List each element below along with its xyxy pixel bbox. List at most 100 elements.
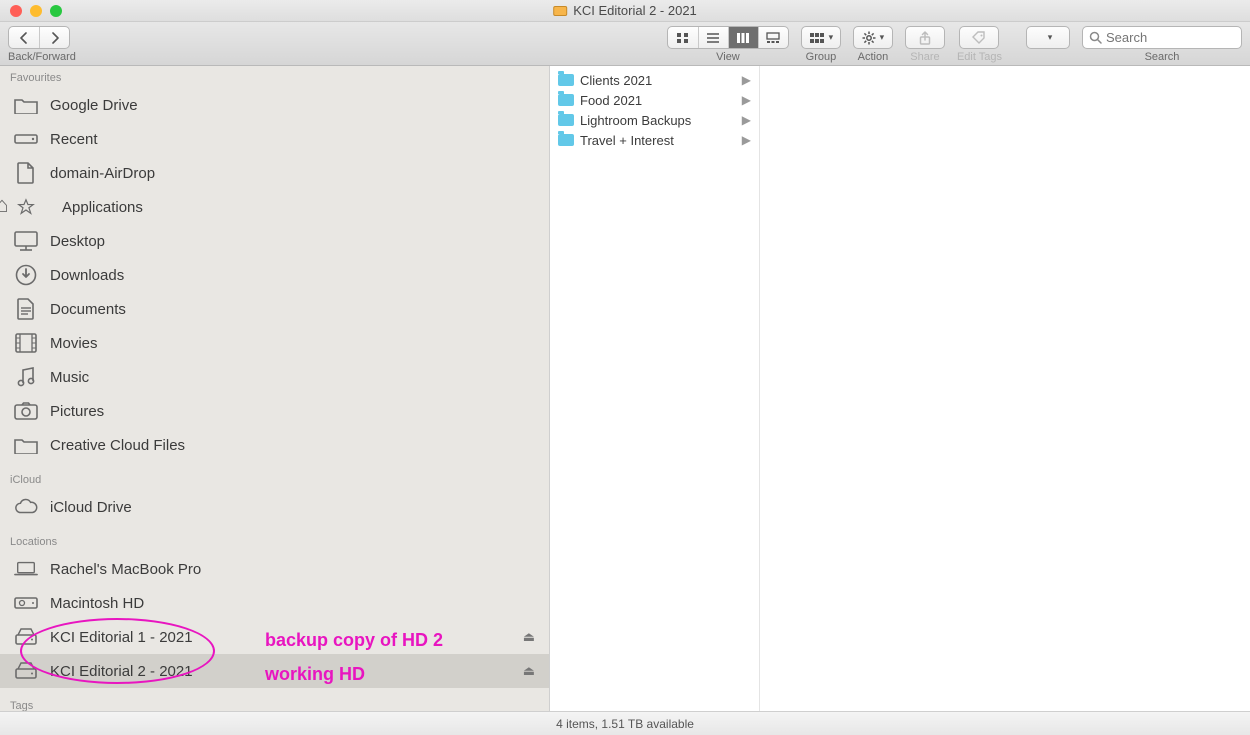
sidebar-item-creative-cloud[interactable]: Creative Cloud Files xyxy=(0,428,549,462)
sidebar-item-macbook[interactable]: Rachel's MacBook Pro xyxy=(0,552,549,586)
sidebar-item-label: Google Drive xyxy=(50,97,138,114)
folder-label: Food 2021 xyxy=(580,93,642,108)
sidebar-item-label: Recent xyxy=(50,131,98,148)
sidebar-item-label: Downloads xyxy=(50,267,124,284)
folder-label: Travel + Interest xyxy=(580,133,674,148)
toolbar: Back/Forward View xyxy=(0,22,1250,66)
sidebar-item-desktop[interactable]: Desktop xyxy=(0,224,549,258)
file-icon xyxy=(14,161,38,185)
laptop-icon xyxy=(14,557,38,581)
sidebar-section-icloud: iCloud xyxy=(0,468,549,490)
nav-group: Back/Forward xyxy=(8,26,76,63)
search-input[interactable] xyxy=(1106,30,1235,45)
window-title-text: KCI Editorial 2 - 2021 xyxy=(573,3,697,18)
folder-icon xyxy=(14,93,38,117)
eject-icon[interactable]: ⏏ xyxy=(523,663,535,679)
sidebar-item-label: Documents xyxy=(50,301,126,318)
sidebar-item-label: Creative Cloud Files xyxy=(50,437,185,454)
search-label: Search xyxy=(1145,51,1180,63)
folder-row[interactable]: Clients 2021 ▶ xyxy=(550,70,759,90)
applications-icon xyxy=(26,196,50,218)
hd-icon xyxy=(14,591,38,615)
sidebar-item-label: Desktop xyxy=(50,233,105,250)
sidebar-item-recent[interactable]: Recent xyxy=(0,122,549,156)
sidebar-item-movies[interactable]: Movies xyxy=(0,326,549,360)
folder-label: Lightroom Backups xyxy=(580,113,691,128)
sidebar-section-favourites: Favourites xyxy=(0,66,549,88)
search-icon xyxy=(1089,31,1102,44)
blank-dropdown-label xyxy=(1046,51,1049,63)
zoom-window-button[interactable] xyxy=(50,5,62,17)
sidebar: Favourites Google Drive Recent domain-Ai… xyxy=(0,66,550,711)
chevron-down-icon: ▾ xyxy=(1048,32,1053,43)
sidebar-item-label: Macintosh HD xyxy=(50,595,144,612)
view-columns-button[interactable] xyxy=(728,27,758,48)
column-1: Clients 2021 ▶ Food 2021 ▶ Lightroom Bac… xyxy=(550,66,760,711)
group-button[interactable]: ▾ xyxy=(801,26,841,49)
annotation-text-2: working HD xyxy=(265,664,365,685)
tags-group: Edit Tags xyxy=(957,26,1002,63)
eject-icon[interactable]: ⏏ xyxy=(523,629,535,645)
sidebar-item-downloads[interactable]: Downloads xyxy=(0,258,549,292)
chevron-right-icon: ▶ xyxy=(742,73,751,87)
movies-icon xyxy=(14,331,38,355)
blank-dropdown[interactable]: ▾ xyxy=(1026,26,1070,49)
back-forward-label: Back/Forward xyxy=(8,51,76,63)
status-bar: 4 items, 1.51 TB available xyxy=(0,711,1250,735)
sidebar-item-pictures[interactable]: Pictures xyxy=(0,394,549,428)
back-button[interactable] xyxy=(9,27,39,48)
share-button[interactable] xyxy=(905,26,945,49)
sidebar-item-macintosh-hd[interactable]: Macintosh HD xyxy=(0,586,549,620)
minimize-window-button[interactable] xyxy=(30,5,42,17)
downloads-icon xyxy=(14,263,38,287)
sidebar-item-label: Music xyxy=(50,369,89,386)
edit-tags-button[interactable] xyxy=(959,26,999,49)
sidebar-item-google-drive[interactable]: Google Drive xyxy=(0,88,549,122)
action-button[interactable]: ▾ xyxy=(853,26,893,49)
folder-icon xyxy=(558,134,574,146)
group-group: ▾ Group xyxy=(801,26,841,63)
chevron-down-icon: ▾ xyxy=(880,32,885,43)
view-icons-button[interactable] xyxy=(668,27,698,48)
folder-icon xyxy=(558,74,574,86)
sidebar-item-music[interactable]: Music xyxy=(0,360,549,394)
sidebar-item-label: Pictures xyxy=(50,403,104,420)
sidebar-item-applications[interactable]: ⌂ Applications xyxy=(0,190,549,224)
chevron-right-icon: ▶ xyxy=(742,133,751,147)
folder-row[interactable]: Food 2021 ▶ xyxy=(550,90,759,110)
blank-dropdown-group: ▾ xyxy=(1026,26,1070,63)
forward-button[interactable] xyxy=(39,27,69,48)
sidebar-item-label: Rachel's MacBook Pro xyxy=(50,561,201,578)
sidebar-item-airdrop[interactable]: domain-AirDrop xyxy=(0,156,549,190)
window-title: KCI Editorial 2 - 2021 xyxy=(553,3,697,18)
cloud-icon xyxy=(14,495,38,519)
edit-tags-label: Edit Tags xyxy=(957,51,1002,63)
back-forward-segment xyxy=(8,26,70,49)
folder-icon xyxy=(14,433,38,457)
sidebar-section-tags: Tags xyxy=(0,694,549,711)
view-list-button[interactable] xyxy=(698,27,728,48)
view-group: View xyxy=(667,26,789,63)
desktop-icon xyxy=(14,229,38,253)
sidebar-item-icloud-drive[interactable]: iCloud Drive xyxy=(0,490,549,524)
close-window-button[interactable] xyxy=(10,5,22,17)
window-controls xyxy=(0,5,62,17)
view-gallery-button[interactable] xyxy=(758,27,788,48)
sidebar-item-label: domain-AirDrop xyxy=(50,165,155,182)
share-icon xyxy=(918,31,932,45)
folder-row[interactable]: Travel + Interest ▶ xyxy=(550,130,759,150)
chevron-right-icon: ▶ xyxy=(742,93,751,107)
sidebar-item-documents[interactable]: Documents xyxy=(0,292,549,326)
documents-icon xyxy=(14,297,38,321)
sidebar-item-label: Applications xyxy=(62,199,143,216)
share-label: Share xyxy=(910,51,939,63)
window-body: Favourites Google Drive Recent domain-Ai… xyxy=(0,66,1250,711)
gear-icon xyxy=(862,31,876,45)
group-label: Group xyxy=(806,51,837,63)
folder-row[interactable]: Lightroom Backups ▶ xyxy=(550,110,759,130)
titlebar: KCI Editorial 2 - 2021 xyxy=(0,0,1250,22)
annotation-ellipse xyxy=(20,618,215,684)
view-label: View xyxy=(716,51,740,63)
search-field[interactable] xyxy=(1082,26,1242,49)
folder-icon xyxy=(558,94,574,106)
